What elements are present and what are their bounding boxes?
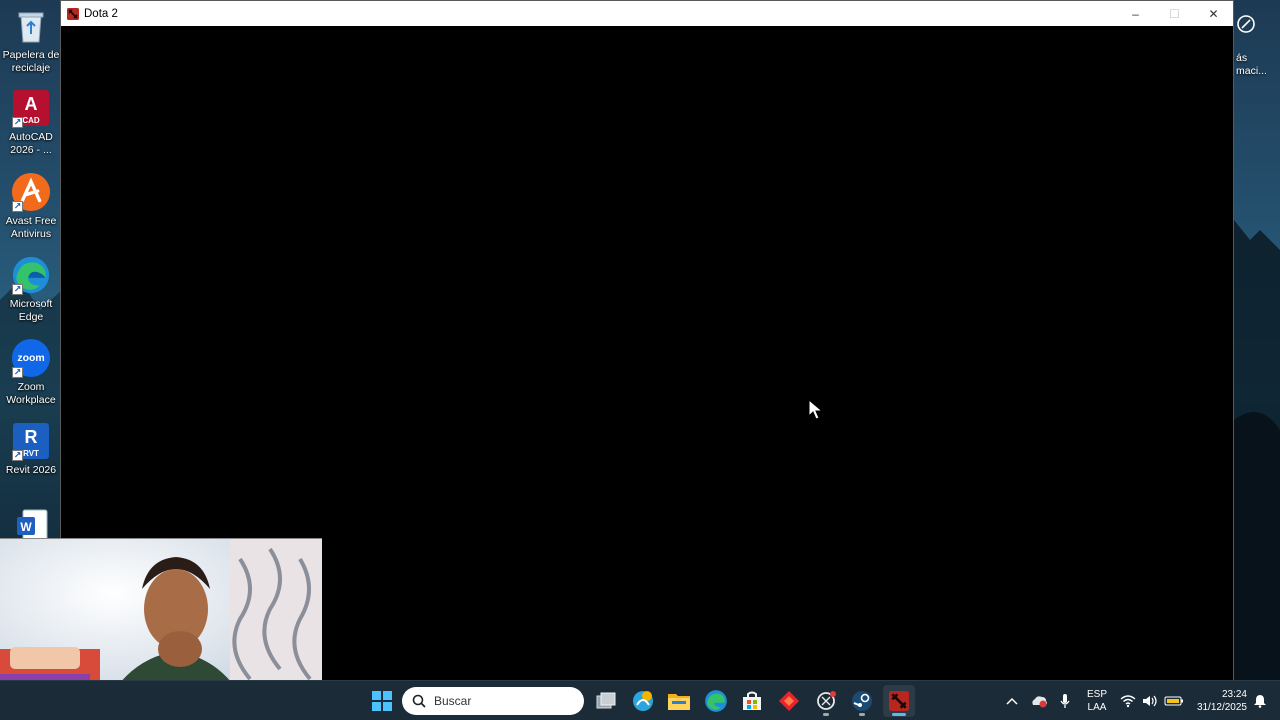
window-controls: – ☐ ✕ <box>1116 1 1233 26</box>
openai-icon <box>817 691 836 710</box>
chatgpt-button[interactable] <box>810 685 842 717</box>
desktop-right-peek: ás maci... <box>1234 14 1280 78</box>
dota-icon <box>889 691 909 711</box>
quick-settings-button[interactable] <box>1118 681 1186 720</box>
start-button[interactable] <box>366 685 398 717</box>
widgets-icon <box>633 691 653 711</box>
diamond-app-icon <box>779 691 799 711</box>
running-indicator <box>823 713 829 716</box>
taskbar-search[interactable]: Buscar <box>402 687 584 715</box>
recycle-bin-icon <box>11 6 51 46</box>
microphone-button[interactable] <box>1056 681 1074 720</box>
peek-label-1: ás <box>1236 52 1248 64</box>
file-explorer-button[interactable] <box>663 685 695 717</box>
search-icon <box>412 694 426 708</box>
svg-text:zoom: zoom <box>17 353 44 364</box>
steam-icon <box>852 691 872 711</box>
svg-text:CAD: CAD <box>22 116 40 125</box>
avast-icon: ↗ <box>11 172 51 212</box>
desktop-icon-revit[interactable]: R RVT ↗ Revit 2026 <box>0 421 62 477</box>
app-red-diamond-button[interactable] <box>773 685 805 717</box>
language-indicator[interactable]: ESP LAA <box>1082 681 1112 720</box>
clock-date: 31/12/2025 <box>1196 702 1247 713</box>
search-placeholder: Buscar <box>434 694 472 708</box>
copilot-button[interactable] <box>627 685 659 717</box>
cloud-error-icon <box>1032 696 1047 708</box>
edge-icon <box>705 690 727 712</box>
language-code: ESP <box>1086 689 1107 700</box>
title-bar[interactable]: Dota 2 – ☐ ✕ <box>61 1 1233 26</box>
desktop-icon-label: Revit 2026 <box>5 464 57 476</box>
revit-icon: R RVT ↗ <box>11 421 51 461</box>
steam-button[interactable] <box>846 685 878 717</box>
clock[interactable]: 23:24 31/12/2025 <box>1188 681 1248 720</box>
desktop-icon-label: Papelera de reciclaje <box>2 49 60 74</box>
folder-icon <box>668 694 690 710</box>
clock-time: 23:24 <box>1221 689 1247 700</box>
volume-icon <box>1143 695 1157 707</box>
maximize-button[interactable]: ☐ <box>1155 1 1194 26</box>
svg-text:W: W <box>20 520 32 534</box>
task-view-button[interactable] <box>590 685 622 717</box>
mouse-cursor-icon <box>808 399 824 420</box>
active-indicator <box>892 713 906 716</box>
notifications-button[interactable] <box>1250 681 1270 720</box>
shortcut-arrow-icon: ↗ <box>12 284 23 295</box>
desktop-icon-label: Avast Free Antivirus <box>5 215 57 240</box>
desktop-icon-recycle-bin[interactable]: Papelera de reciclaje <box>0 6 62 75</box>
svg-text:R: R <box>25 427 38 447</box>
peek-icon <box>1237 15 1255 33</box>
show-hidden-icons-button[interactable] <box>1002 681 1022 720</box>
dota-icon <box>67 7 79 20</box>
window-title: Dota 2 <box>84 7 118 20</box>
desktop-icon-label: Zoom Workplace <box>6 381 56 406</box>
desktop-icon-label: Microsoft Edge <box>9 298 53 323</box>
shortcut-arrow-icon: ↗ <box>12 367 23 378</box>
chevron-up-icon <box>1006 697 1018 705</box>
store-button[interactable] <box>736 685 768 717</box>
shortcut-arrow-icon: ↗ <box>12 117 23 128</box>
desktop-icon-autocad[interactable]: A CAD ↗ AutoCAD 2026 - ... <box>0 88 62 157</box>
taskbar: Buscar ESP LAA 23:24 31/12/2025 <box>0 680 1280 720</box>
running-indicator <box>859 713 865 716</box>
microphone-icon <box>1060 694 1070 708</box>
tray-onedrive-button[interactable] <box>1028 681 1050 720</box>
minimize-button[interactable]: – <box>1116 1 1155 26</box>
zoom-icon: zoom ↗ <box>11 338 51 378</box>
svg-text:A: A <box>25 94 38 114</box>
edge-taskbar-button[interactable] <box>700 685 732 717</box>
wifi-icon <box>1120 695 1136 708</box>
task-view-icon <box>596 692 616 709</box>
edge-icon: ↗ <box>11 255 51 295</box>
battery-icon <box>1164 696 1183 706</box>
desktop-icon-zoom[interactable]: zoom ↗ Zoom Workplace <box>0 338 62 407</box>
windows-logo-icon <box>372 691 392 711</box>
svg-text:RVT: RVT <box>23 449 39 458</box>
store-icon <box>743 691 761 710</box>
desktop-icon-edge[interactable]: ↗ Microsoft Edge <box>0 255 62 324</box>
keyboard-layout: LAA <box>1087 702 1107 713</box>
bell-icon <box>1254 695 1266 708</box>
shortcut-arrow-icon: ↗ <box>12 450 23 461</box>
close-button[interactable]: ✕ <box>1194 1 1233 26</box>
dota-taskbar-button[interactable] <box>883 685 915 717</box>
shortcut-arrow-icon: ↗ <box>12 201 23 212</box>
desktop-icon-label: AutoCAD 2026 - ... <box>9 131 53 156</box>
autocad-icon: A CAD ↗ <box>11 88 51 128</box>
desktop-icon-avast[interactable]: ↗ Avast Free Antivirus <box>0 172 62 241</box>
peek-label-2: maci... <box>1236 65 1267 77</box>
